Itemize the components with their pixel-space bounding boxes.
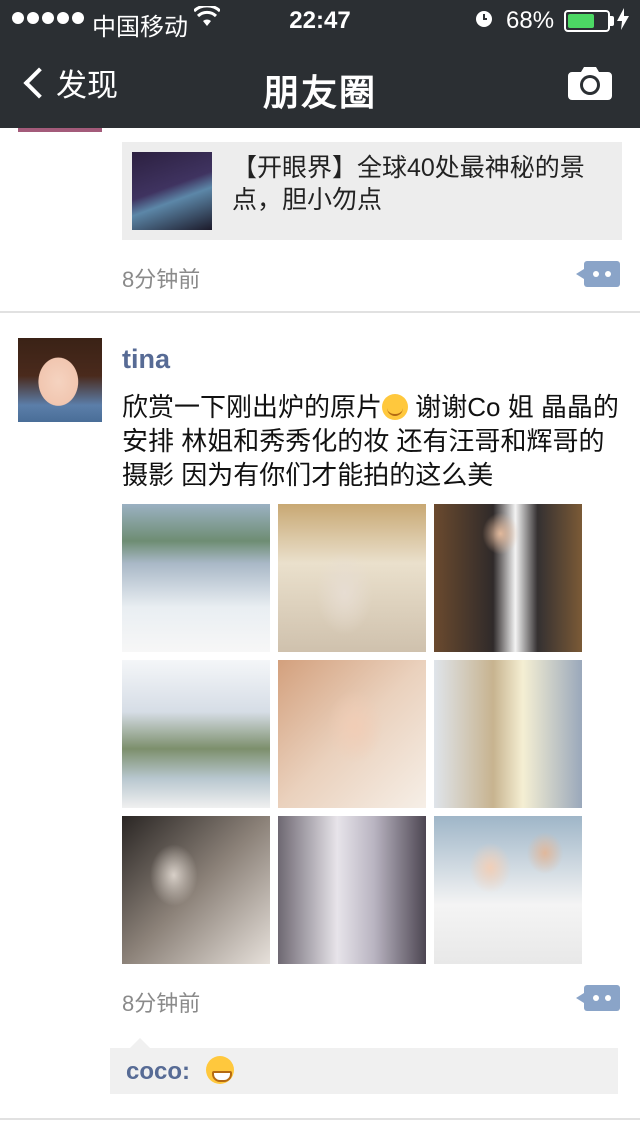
photo-thumbnail[interactable] xyxy=(434,504,582,652)
grin-emoji-icon xyxy=(206,1056,234,1084)
divider xyxy=(0,1118,640,1120)
photo-thumbnail[interactable] xyxy=(122,504,270,652)
link-thumbnail xyxy=(132,152,212,230)
battery-level xyxy=(568,14,594,28)
photo-thumbnail[interactable] xyxy=(434,816,582,964)
battery-tip xyxy=(610,16,614,26)
comment-list: coco: xyxy=(110,1038,618,1094)
post-timestamp: 8分钟前 xyxy=(122,267,201,292)
link-title: 【开眼界】全球40处最神秘的景点，胆小勿点 xyxy=(232,154,585,214)
shared-link-card[interactable]: 【开眼界】全球40处最神秘的景点，胆小勿点 xyxy=(122,142,622,240)
post-text: 欣赏一下刚出炉的原片 谢谢Co 姐 晶晶的安排 林姐和秀秀化的妆 还有汪哥和辉哥… xyxy=(122,390,622,492)
comment-separator: : xyxy=(182,1058,191,1085)
top-bar: 中国移动 22:47 68% 发现 朋友圈 xyxy=(0,0,640,128)
photo-thumbnail[interactable] xyxy=(122,660,270,808)
comment-button[interactable] xyxy=(576,985,620,1011)
status-bar: 中国移动 22:47 68% xyxy=(0,0,640,41)
comment-author[interactable]: coco: xyxy=(126,1058,190,1086)
photo-thumbnail[interactable] xyxy=(278,660,426,808)
divider xyxy=(0,311,640,313)
post-text-part: 欣赏一下刚出炉的原片 xyxy=(122,392,383,422)
post-author[interactable]: tina xyxy=(122,344,170,375)
lightning-icon xyxy=(617,8,629,36)
page-title: 朋友圈 xyxy=(262,72,377,113)
photo-grid xyxy=(122,504,582,966)
alarm-icon xyxy=(473,7,495,35)
battery-icon xyxy=(564,10,610,32)
photo-thumbnail[interactable] xyxy=(278,504,426,652)
camera-icon[interactable] xyxy=(568,66,612,100)
comment-button[interactable] xyxy=(576,261,620,287)
photo-thumbnail[interactable] xyxy=(434,660,582,808)
navigation-bar: 发现 朋友圈 xyxy=(0,40,640,128)
battery-percent: 68% xyxy=(506,7,555,34)
avatar[interactable] xyxy=(18,338,102,422)
photo-thumbnail[interactable] xyxy=(278,816,426,964)
photo-thumbnail[interactable] xyxy=(122,816,270,964)
post-timestamp: 8分钟前 xyxy=(122,991,201,1016)
comment-author-name: coco xyxy=(126,1058,183,1085)
heart-eyes-emoji-icon xyxy=(382,394,409,420)
avatar[interactable] xyxy=(18,128,102,132)
